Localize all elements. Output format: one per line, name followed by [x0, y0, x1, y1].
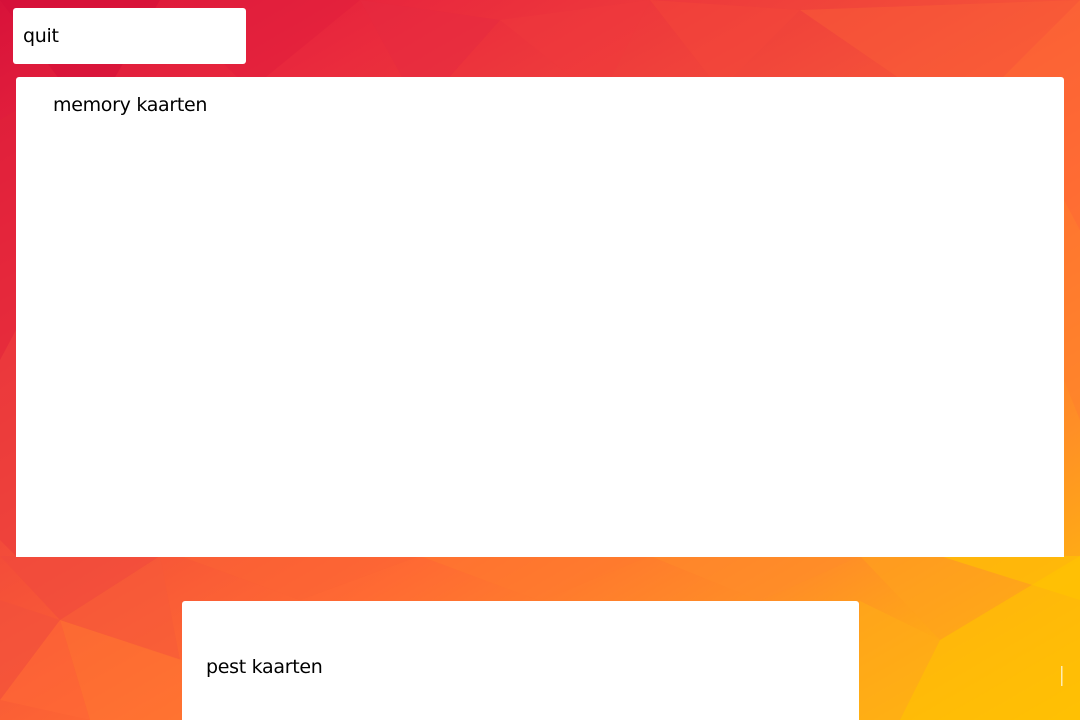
quit-button[interactable]: quit — [13, 8, 246, 64]
memory-cards-label: memory kaarten — [53, 94, 208, 116]
quit-button-label: quit — [23, 25, 59, 47]
pest-cards-option[interactable]: pest kaarten — [182, 601, 859, 720]
page-edge-indicator — [1061, 666, 1063, 686]
memory-cards-option[interactable]: memory kaarten — [16, 77, 1064, 557]
pest-cards-label: pest kaarten — [206, 656, 323, 678]
